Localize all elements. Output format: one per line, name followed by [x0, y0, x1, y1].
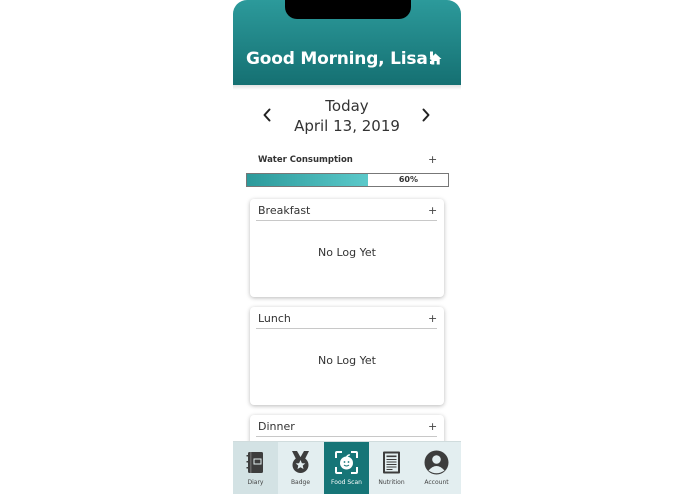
tab-label: Nutrition: [378, 479, 405, 486]
food-scan-icon: [335, 451, 358, 474]
add-lunch-button[interactable]: +: [428, 313, 437, 324]
dinner-title: Dinner: [258, 420, 295, 433]
greeting-title: Good Morning, Lisa!: [246, 49, 436, 69]
card-divider: [256, 328, 437, 329]
lunch-empty-text: No Log Yet: [318, 354, 376, 367]
breakfast-card: Breakfast + No Log Yet: [250, 199, 444, 297]
diary-icon: [246, 452, 263, 473]
next-day-arrow-icon[interactable]: [421, 108, 431, 122]
water-progress-bar: 60%: [246, 173, 449, 187]
header-bar: Good Morning, Lisa!: [233, 0, 461, 85]
water-progress-text: 60%: [398, 175, 418, 184]
header-shadow: [233, 85, 461, 90]
device-notch: [285, 0, 411, 19]
lunch-title: Lunch: [258, 312, 291, 325]
card-divider: [256, 220, 437, 221]
tab-label: Food Scan: [331, 479, 362, 486]
account-icon: [424, 450, 449, 475]
phone-screen: Good Morning, Lisa! Today April 13, 2019…: [233, 0, 461, 494]
card-divider: [256, 436, 437, 437]
breakfast-title: Breakfast: [258, 204, 311, 217]
tab-food-scan[interactable]: Food Scan: [324, 442, 369, 494]
nutrition-icon: [383, 451, 400, 474]
tab-label: Badge: [290, 479, 311, 486]
water-consumption-label: Water Consumption: [258, 155, 353, 165]
tab-label: Account: [424, 479, 449, 486]
date-navigator: Today April 13, 2019: [233, 96, 461, 138]
add-breakfast-button[interactable]: +: [428, 205, 437, 216]
bottom-tab-bar: Diary Badge Food Scan Nutrition Account: [233, 441, 461, 494]
tab-nutrition[interactable]: Nutrition: [369, 442, 414, 494]
add-dinner-button[interactable]: +: [428, 421, 437, 432]
lunch-card: Lunch + No Log Yet: [250, 307, 444, 405]
breakfast-empty-text: No Log Yet: [318, 246, 376, 259]
water-progress-fill: [247, 174, 368, 186]
tab-label: Diary: [247, 479, 264, 486]
tab-badge[interactable]: Badge: [278, 442, 323, 494]
tab-account[interactable]: Account: [414, 442, 459, 494]
tab-diary[interactable]: Diary: [233, 442, 278, 494]
badge-icon: [292, 451, 309, 473]
add-water-button[interactable]: +: [428, 154, 437, 165]
home-icon[interactable]: [429, 53, 442, 65]
